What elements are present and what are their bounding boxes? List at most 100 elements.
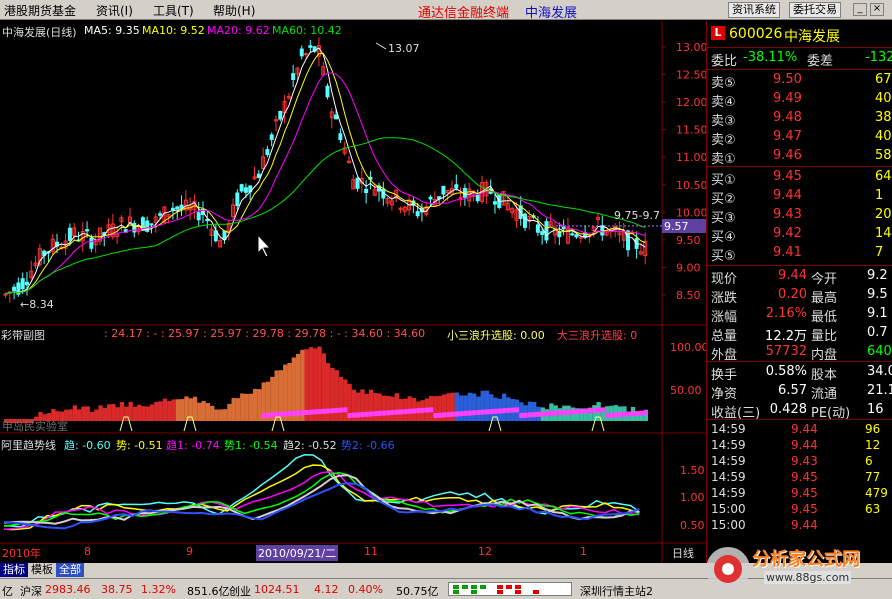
tick-row: 15:00 9.45 63 [707, 502, 892, 518]
ribbon-magenta-bar [471, 410, 477, 416]
ribbon-bar [248, 393, 254, 421]
tick-row: 15:00 9.44 [707, 518, 892, 534]
ribbon-bar [201, 401, 206, 421]
info-system-button[interactable]: 资讯系统 [728, 2, 780, 18]
tick-row: 14:59 9.45 479 [707, 486, 892, 502]
ribbon-magenta-bar [265, 412, 271, 418]
close-icon[interactable]: × [870, 3, 884, 16]
index1-pct: 1.32% [141, 583, 176, 596]
candle-body [522, 213, 527, 228]
ribbon-bar [253, 388, 258, 421]
candle-body [299, 48, 304, 57]
sub2-momentum1: 势1: -0.54 [224, 439, 278, 452]
ribbon-bar [532, 401, 537, 421]
tick-volume: 479 [865, 486, 888, 500]
sub1-values: : 24.17 : - : 25.97 : 25.97 : 29.78 : 29… [104, 327, 426, 340]
ribbon-magenta-bar [304, 410, 309, 415]
tab-indicator[interactable]: 指标 [0, 563, 28, 577]
stat-value: 9.5 [867, 287, 888, 302]
candle-body [626, 230, 631, 251]
ribbon-magenta-bar [356, 412, 361, 418]
ribbon-magenta-bar [643, 410, 649, 416]
menu-item-info[interactable]: 资讯(I) [96, 2, 133, 19]
ribbon-magenta-bar [489, 409, 494, 415]
ribbon-magenta-bar [596, 407, 601, 413]
ma20-line [5, 72, 646, 295]
ribbon-magenta-bar [613, 412, 618, 418]
period-label[interactable]: 日线 [672, 545, 694, 561]
ribbon-magenta-bar [532, 412, 537, 418]
buy-row: 买⑤ 9.41 7 [707, 245, 892, 264]
ma60-line [5, 137, 646, 295]
buy-label: 买② [711, 192, 736, 207]
buy-volume: 20 [875, 207, 892, 222]
chart-area[interactable]: 13.00 12.50 12.00 11.50 11.00 10.50 10.00 9.50 9… [0, 21, 709, 563]
ribbon-magenta-bar [605, 413, 610, 418]
high-marker [375, 42, 387, 50]
ribbon-magenta-bar [381, 410, 387, 416]
date-label-jan: 1 [580, 545, 587, 558]
sell-volume: 40 [875, 91, 892, 106]
ribbon-magenta-bar [433, 413, 438, 418]
ribbon-indicator [4, 346, 649, 432]
ribbon-magenta-bar [549, 410, 554, 416]
candle-body [355, 177, 360, 189]
ribbon-magenta-bar [626, 411, 631, 417]
sell-label: 卖④ [711, 95, 736, 110]
menu-item-help[interactable]: 帮助(H) [213, 2, 255, 19]
sell-label: 卖③ [711, 114, 736, 129]
menu-item-tools[interactable]: 工具(T) [153, 2, 194, 19]
ribbon-magenta-bar [270, 412, 275, 418]
stat-label: 涨幅 [711, 310, 738, 325]
candle-body [308, 45, 313, 48]
webi-value: -38.11% [743, 50, 798, 65]
sell-row: 卖② 9.47 40 [707, 129, 892, 148]
ribbon-magenta-bar [609, 412, 614, 418]
chart-title: 中海发展(日线) [2, 26, 77, 39]
server-status[interactable]: 深圳行情主站2 [580, 583, 653, 599]
ribbon-bar [89, 411, 95, 421]
window-stock-name: 中海发展 [525, 6, 578, 21]
app-title: 通达信金融终端 [418, 6, 510, 21]
candle-body [239, 184, 244, 192]
minimize-icon[interactable]: _ [853, 3, 867, 16]
tick-price: 9.45 [791, 486, 818, 500]
tab-all[interactable]: 全部 [56, 563, 84, 577]
menu-item-hk-futures[interactable]: 港股期货基金 [4, 2, 76, 19]
ma5-legend: MA5: 9.35 [84, 24, 140, 37]
ribbon-bar [463, 395, 468, 421]
sub1-tick-50: 50.00 [670, 384, 702, 397]
ribbon-magenta-bar [540, 411, 545, 417]
ribbon-magenta-bar [454, 411, 460, 417]
ribbon-magenta-bar [295, 410, 301, 416]
index2-value: 1024.51 [254, 583, 300, 596]
ribbon-bar [162, 398, 168, 421]
ribbon-bar [115, 407, 120, 421]
stat-value: 12.2万 [765, 329, 807, 344]
tick-time: 15:00 [711, 502, 746, 516]
tick-time: 14:59 [711, 422, 746, 436]
stat-value: 6403 [867, 344, 892, 359]
sub1-tick-100: 100.00 [670, 341, 709, 354]
tick-price: 9.45 [791, 470, 818, 484]
buy-row: 买② 9.44 1 [707, 188, 892, 207]
ribbon-magenta-bar [497, 408, 503, 414]
stat-value: 9.1 [867, 306, 888, 321]
candle-body [578, 236, 583, 239]
ribbon-magenta-bar [583, 408, 588, 414]
kline-chart[interactable]: 13.0012.5012.0011.5011.0010.5010.009.509… [0, 21, 706, 563]
index1-amount: 851.6亿 [187, 585, 230, 598]
mouse-cursor-icon [257, 233, 272, 258]
ribbon-bar [338, 376, 344, 421]
trade-order-button[interactable]: 委托交易 [789, 2, 841, 18]
candle-body [540, 231, 545, 235]
tab-template[interactable]: 模板 [28, 563, 56, 577]
index1-name[interactable]: 沪深 [20, 583, 42, 599]
ribbon-bar [171, 399, 176, 421]
tick-row: 14:59 9.43 6 [707, 454, 892, 470]
index1-change: 38.75 [101, 583, 133, 596]
stat-label: 今开 [811, 272, 838, 287]
ribbon-magenta-bar [566, 409, 571, 415]
index2-name[interactable]: 创业 [229, 583, 251, 599]
ribbon-magenta-bar [502, 408, 507, 414]
